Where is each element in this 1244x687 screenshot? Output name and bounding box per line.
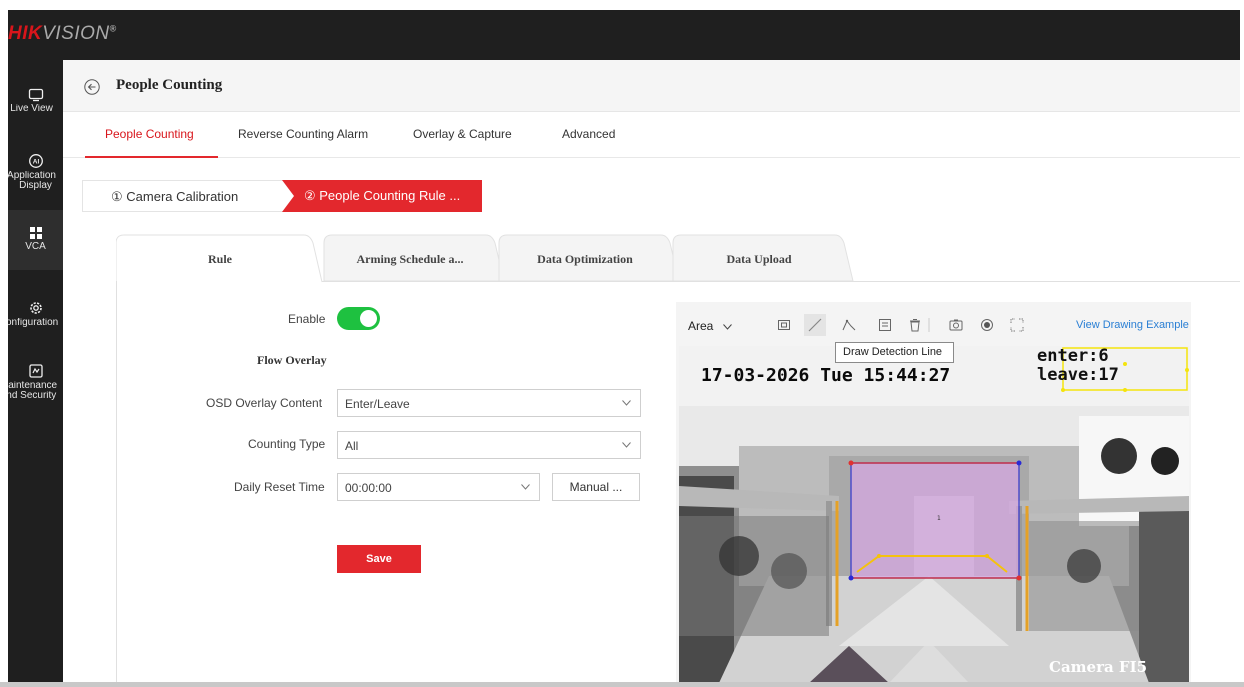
snapshot-icon[interactable] <box>949 318 963 332</box>
nav-label-live-view: Live View <box>10 104 53 114</box>
nav-label-and-security: and Security <box>8 391 57 401</box>
osd-leave-count: leave:17 <box>1037 365 1119 385</box>
page-title-bar: People Counting <box>63 60 1240 112</box>
brand-logo: HIKVISION® <box>8 23 117 45</box>
registered-mark: ® <box>109 23 117 34</box>
draw-polyline-icon[interactable] <box>842 318 856 332</box>
daily-reset-time-picker[interactable]: 00:00:00 <box>337 473 540 501</box>
svg-text:AI: AI <box>32 159 39 166</box>
chevron-down-icon <box>521 484 530 490</box>
svg-text:1: 1 <box>937 515 941 522</box>
subtab-arming-schedule[interactable]: Arming Schedule a... <box>314 233 506 282</box>
osd-overlay-value: Enter/Leave <box>345 397 410 411</box>
tab-people-counting[interactable]: People Counting <box>105 127 194 141</box>
osd-timestamp: 17-03-2026 Tue 15:44:27 <box>701 365 951 386</box>
subtab-data-optimization-label: Data Optimization <box>537 252 633 266</box>
view-drawing-example-link[interactable]: View Drawing Example <box>1076 319 1189 331</box>
subtab-rule-label: Rule <box>208 252 232 266</box>
ai-icon: AI <box>28 154 43 168</box>
top-header: HIKVISION® <box>8 10 1240 60</box>
nav-label-display: Display <box>19 181 52 191</box>
manual-reset-button[interactable]: Manual ... <box>552 473 640 501</box>
nav-label-application: Application <box>8 171 56 181</box>
edit-icon[interactable] <box>878 318 892 332</box>
counting-type-value: All <box>345 439 359 453</box>
page-title: People Counting <box>116 77 223 93</box>
nav-vca[interactable]: VCA <box>8 210 63 270</box>
counting-type-label: Counting Type <box>248 437 326 451</box>
record-icon[interactable] <box>980 318 994 332</box>
camera-live-view[interactable]: 1 17-03-2026 Tue 15:44:27 enter:6 leave:… <box>679 346 1189 683</box>
enable-label: Enable <box>288 312 326 326</box>
step-camera-calibration-label: ① Camera Calibration <box>111 189 239 204</box>
nav-label-maintenance: Maintenance <box>8 381 58 391</box>
osd-enter-count: enter:6 <box>1037 346 1109 366</box>
tab-overlay-capture[interactable]: Overlay & Capture <box>413 127 512 141</box>
right-margin <box>1240 0 1244 687</box>
osd-overlay-label: OSD Overlay Content <box>206 396 323 410</box>
brand-logo-red: HIK <box>8 23 43 44</box>
bottom-scrollbar-strip <box>0 682 1244 687</box>
area-type-value: Area <box>688 319 714 333</box>
active-tab-indicator <box>85 156 218 158</box>
rule-panel-border <box>116 281 117 683</box>
chevron-down-icon <box>622 400 631 406</box>
draw-area-icon[interactable] <box>777 318 791 332</box>
drawing-toolbar: Area View Drawing Example <box>676 302 1191 346</box>
osd-overlay-select[interactable]: Enter/Leave <box>337 389 641 417</box>
main-nav-sidebar: Live View AI Application Display VCA Con… <box>8 60 63 682</box>
function-tabs: People Counting Reverse Counting Alarm O… <box>63 113 1240 158</box>
camera-scene: 1 <box>679 346 1189 683</box>
area-type-select[interactable]: Area <box>688 319 732 333</box>
nav-label-vca: VCA <box>25 242 46 252</box>
nav-maintenance-security[interactable]: Maintenance and Security <box>8 363 63 411</box>
fullscreen-icon[interactable] <box>1010 318 1024 332</box>
monitor-icon <box>28 88 43 102</box>
tab-reverse-counting-alarm[interactable]: Reverse Counting Alarm <box>238 127 368 141</box>
subtab-data-upload-label: Data Upload <box>726 252 792 266</box>
maintenance-icon <box>28 364 43 378</box>
gear-icon <box>29 302 42 314</box>
counting-type-select[interactable]: All <box>337 431 641 459</box>
flow-overlay-title: Flow Overlay <box>257 353 327 367</box>
subtab-arming-label: Arming Schedule a... <box>356 252 464 266</box>
tab-advanced[interactable]: Advanced <box>562 127 615 141</box>
draw-line-icon[interactable] <box>804 314 826 336</box>
step-camera-calibration[interactable]: ① Camera Calibration <box>82 180 287 212</box>
draw-detection-line-tooltip: Draw Detection Line <box>835 342 954 363</box>
subtab-data-upload[interactable]: Data Upload <box>663 233 855 282</box>
toolbar-divider <box>928 318 930 332</box>
nav-application-display[interactable]: AI Application Display <box>8 153 63 201</box>
save-button[interactable]: Save <box>337 545 421 573</box>
nav-configuration[interactable]: Configuration <box>8 300 63 334</box>
step-people-counting-rule-label: ② People Counting Rule ... <box>304 188 461 203</box>
daily-reset-value: 00:00:00 <box>345 481 392 495</box>
step-people-counting-rule[interactable]: ② People Counting Rule ... <box>282 180 482 212</box>
toggle-knob <box>360 310 377 327</box>
chevron-down-icon <box>722 324 732 330</box>
subtab-data-optimization[interactable]: Data Optimization <box>489 233 681 282</box>
nav-live-view[interactable]: Live View <box>8 88 63 124</box>
brand-logo-gray: VISION <box>42 23 110 44</box>
enable-toggle[interactable] <box>337 307 380 330</box>
top-margin <box>0 0 1244 10</box>
chevron-down-icon <box>622 442 631 448</box>
daily-reset-label: Daily Reset Time <box>234 480 325 494</box>
delete-icon[interactable] <box>908 318 922 332</box>
back-arrow-icon[interactable] <box>84 79 100 95</box>
subtab-rule[interactable]: Rule <box>116 233 324 283</box>
nav-label-configuration: Configuration <box>8 318 59 328</box>
osd-camera-name: Camera FI5 <box>1049 658 1148 676</box>
vca-grid-icon <box>29 227 42 239</box>
